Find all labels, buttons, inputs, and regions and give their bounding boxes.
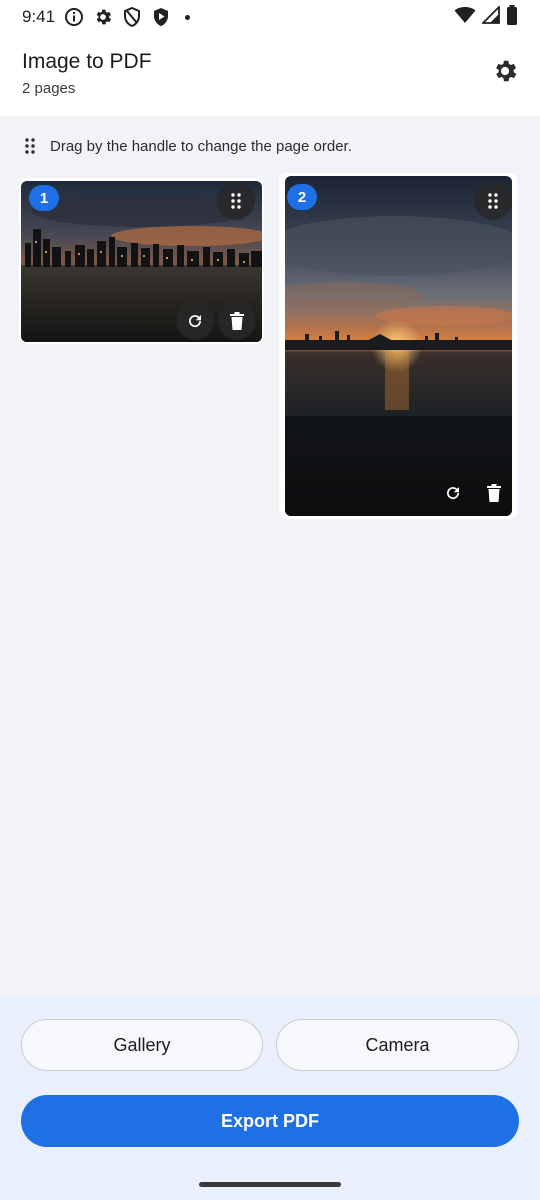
drag-handle-button[interactable] (474, 182, 512, 220)
app-bar: Image to PDF 2 pages (0, 34, 540, 116)
hint-text: Drag by the handle to change the page or… (50, 137, 352, 155)
status-time: 9:41 (22, 7, 56, 26)
export-pdf-button[interactable]: Export PDF (21, 1095, 519, 1147)
trash-icon (487, 484, 501, 502)
page-number-badge: 2 (287, 184, 317, 210)
play-shield-icon (150, 6, 172, 28)
page-card-1[interactable]: 1 (19, 178, 264, 344)
page-count: 2 pages (22, 80, 76, 97)
shield-icon (121, 6, 143, 28)
trash-icon (230, 312, 244, 330)
page-title: Image to PDF (22, 50, 152, 73)
wifi-icon (454, 6, 476, 29)
delete-button[interactable] (479, 478, 509, 508)
drag-handle-icon (231, 193, 241, 209)
drag-handle-button[interactable] (217, 182, 255, 220)
delete-button[interactable] (218, 302, 256, 340)
home-indicator[interactable] (199, 1182, 341, 1187)
page-number-badge: 1 (29, 185, 59, 211)
page-thumbnail-2 (285, 176, 512, 516)
reorder-hint: Drag by the handle to change the page or… (22, 136, 352, 156)
page-card-2[interactable]: 2 (279, 173, 517, 519)
gear-icon (92, 6, 114, 28)
rotate-button[interactable] (176, 302, 214, 340)
gallery-button[interactable]: Gallery (21, 1019, 263, 1071)
gear-icon (496, 60, 517, 82)
drag-handle-icon (22, 136, 38, 156)
rotate-icon (189, 315, 202, 328)
camera-button[interactable]: Camera (276, 1019, 519, 1071)
info-icon (63, 6, 85, 28)
settings-button[interactable] (490, 56, 520, 86)
rotate-icon (447, 487, 460, 500)
signal-icon (480, 4, 500, 29)
battery-icon (506, 4, 518, 30)
drag-handle-icon (488, 193, 498, 209)
rotate-button[interactable] (438, 478, 468, 508)
status-bar: 9:41 (0, 0, 540, 34)
dot-icon (185, 14, 191, 20)
